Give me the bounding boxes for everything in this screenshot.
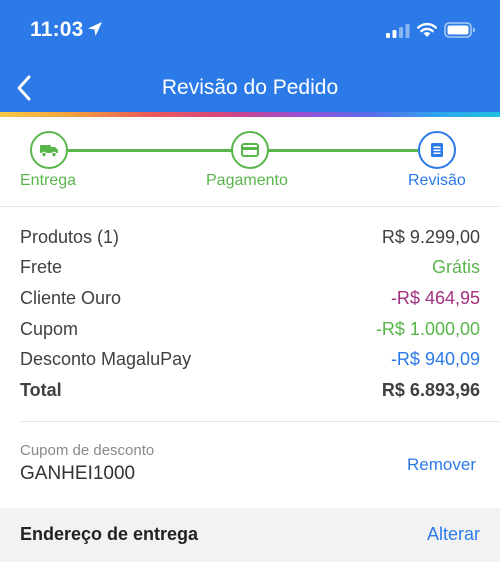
step-connector	[268, 149, 418, 152]
summary-row-products: Produtos (1) R$ 9.299,00	[20, 222, 480, 253]
summary-value: Grátis	[431, 257, 480, 278]
total-value: R$ 6.893,96	[381, 379, 480, 400]
wifi-icon	[417, 22, 437, 37]
summary-label: Frete	[20, 257, 63, 278]
signal-icon	[386, 24, 410, 38]
status-bar: 11:03	[0, 0, 500, 62]
coupon-section: Cupom de desconto GANHEI1000 Remover	[20, 440, 480, 490]
address-section: Endereço de entrega Alterar	[0, 508, 500, 562]
summary-label: Cliente Ouro	[20, 287, 122, 308]
summary-label: Produtos (1)	[20, 226, 120, 247]
step-label-payment: Pagamento	[206, 172, 288, 189]
coupon-code: GANHEI1000	[20, 463, 136, 484]
step-connector	[68, 149, 232, 152]
location-arrow-icon	[88, 22, 102, 36]
step-label-review: Revisão	[408, 172, 466, 189]
step-payment[interactable]	[231, 131, 269, 169]
summary-value: -R$ 1.000,00	[375, 318, 480, 339]
summary-label: Desconto MagaluPay	[20, 349, 192, 370]
coupon-label: Cupom de desconto	[20, 442, 155, 459]
status-time: 11:03	[30, 18, 84, 41]
summary-value: R$ 9.299,00	[381, 226, 480, 247]
summary-label: Cupom	[20, 318, 79, 339]
step-label-delivery: Entrega	[20, 172, 77, 189]
summary-row-coupon: Cupom -R$ 1.000,00	[20, 314, 480, 345]
divider	[20, 421, 500, 422]
remove-coupon-button[interactable]: Remover	[407, 455, 476, 475]
change-address-button[interactable]: Alterar	[427, 524, 480, 545]
divider	[0, 206, 500, 207]
summary-row-total: Total R$ 6.893,96	[20, 375, 480, 406]
summary-row-gold-client: Cliente Ouro -R$ 464,95	[20, 283, 480, 314]
total-label: Total	[20, 379, 62, 400]
document-icon	[431, 143, 443, 157]
address-title: Endereço de entrega	[20, 524, 199, 544]
battery-icon	[444, 22, 475, 38]
summary-row-magalupay: Desconto MagaluPay -R$ 940,09	[20, 344, 480, 375]
truck-icon	[40, 145, 58, 158]
summary-value: -R$ 464,95	[390, 287, 480, 308]
step-delivery[interactable]	[30, 131, 68, 169]
app-header: 11:03 Revisão do Pedido	[0, 0, 500, 112]
page-title: Revisão do Pedido	[161, 76, 339, 99]
summary-row-shipping: Frete Grátis	[20, 253, 480, 284]
order-summary: Produtos (1) R$ 9.299,00 Frete Grátis Cl…	[20, 222, 480, 406]
summary-value: -R$ 940,09	[390, 349, 480, 370]
checkout-steps: Entrega Pagamento Revisão	[0, 117, 500, 205]
step-review[interactable]	[418, 131, 456, 169]
credit-card-icon	[241, 143, 259, 157]
